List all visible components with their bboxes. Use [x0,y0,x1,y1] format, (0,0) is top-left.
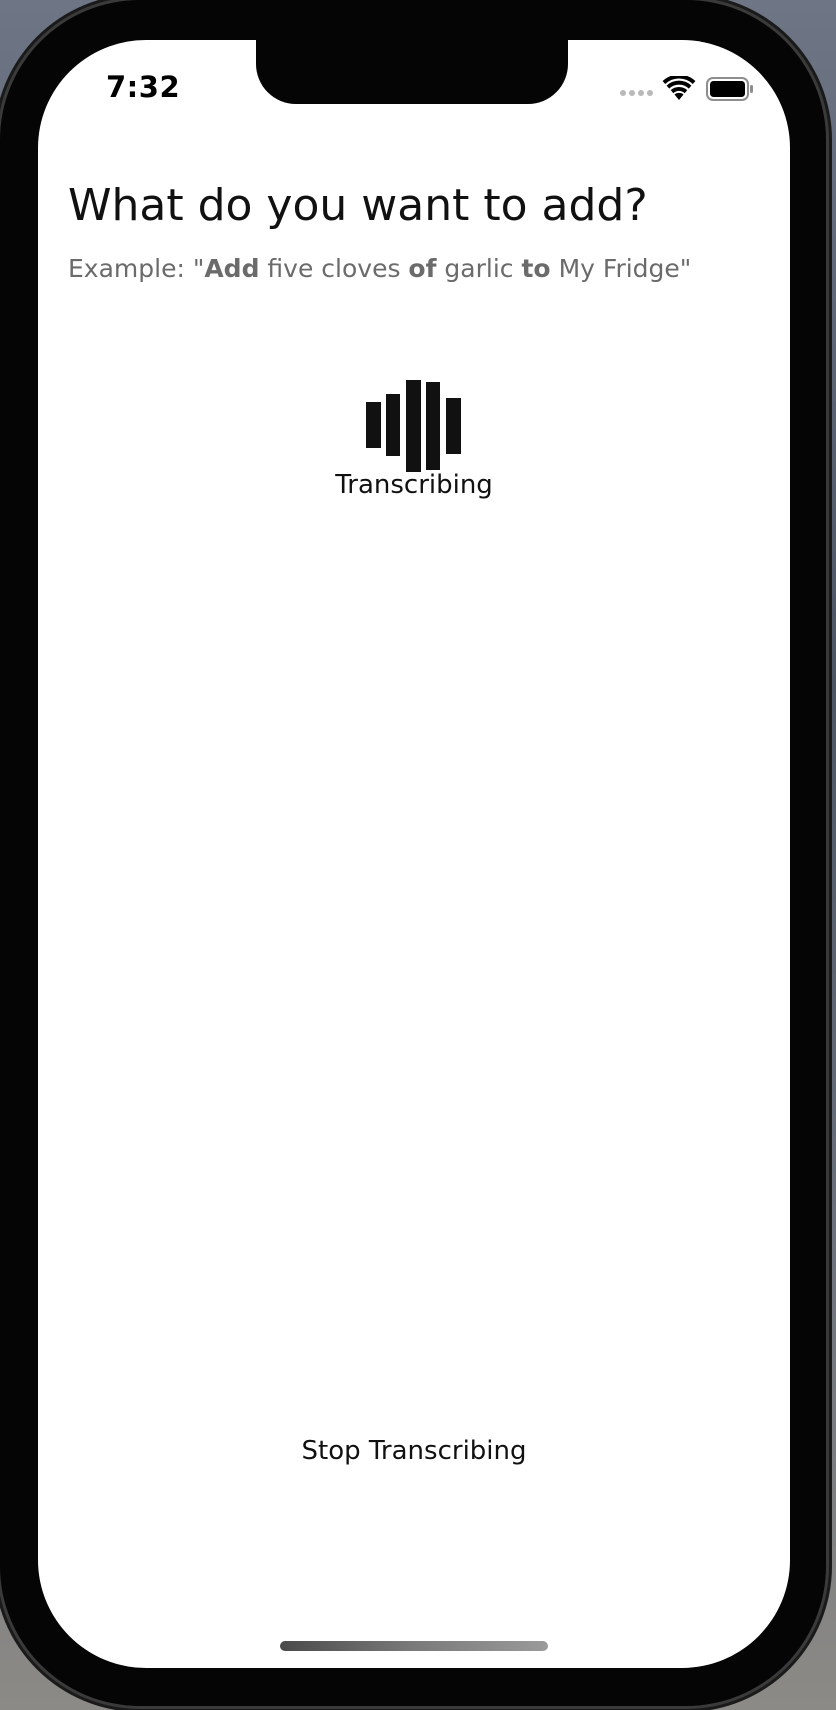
transcribing-status: Transcribing [335,470,493,500]
example-text-1: five cloves [259,254,409,283]
example-keyword-add: Add [204,254,260,283]
device-notch [256,40,568,104]
example-keyword-of: of [408,254,437,283]
wifi-icon [662,76,696,100]
example-text-2: garlic [436,254,522,283]
status-time: 7:32 [106,70,181,104]
example-keyword-to: to [521,254,551,283]
battery-icon [706,77,753,101]
app-screen: 7:32 What do you want to add? Example: "… [38,40,790,1668]
example-text-3: My Fridge" [550,254,692,283]
waveform-icon [366,380,461,472]
page-title: What do you want to add? [68,180,648,231]
phone-frame: 7:32 What do you want to add? Example: "… [0,0,826,1706]
home-indicator[interactable] [280,1641,548,1651]
stop-transcribing-button[interactable]: Stop Transcribing [264,1426,564,1476]
example-prefix: Example: " [68,254,205,283]
signal-dots-icon [620,90,653,96]
example-hint: Example: "Add five cloves of garlic to M… [68,254,691,283]
